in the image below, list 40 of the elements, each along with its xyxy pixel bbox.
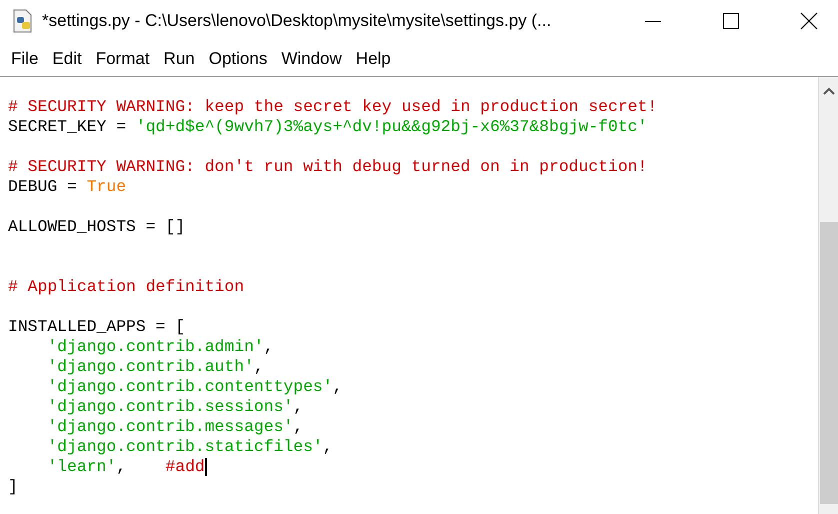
code-text: 'django.contrib.sessions' bbox=[47, 397, 294, 417]
scrollbar-thumb[interactable] bbox=[820, 222, 838, 504]
menu-item[interactable]: File bbox=[4, 49, 46, 69]
code-text: # SECURITY WARNING: don't run with debug turned on in production! bbox=[8, 157, 648, 177]
code-text: SECRET_KEY = bbox=[8, 117, 128, 137]
vertical-scrollbar[interactable] bbox=[819, 77, 838, 514]
code-text: , bbox=[264, 337, 274, 357]
code-text: #add bbox=[165, 457, 205, 477]
code-text: , bbox=[254, 357, 264, 377]
code-text: True bbox=[86, 177, 126, 197]
python-file-icon bbox=[12, 9, 34, 33]
code-text: 'qd+d$e^(9wvh7)3%ays+^dv!pu&&g92bj-x6%37&8bgjw-f0tc' bbox=[136, 117, 648, 137]
code-text: # SECURITY WARNING: keep the secret key used in production secret! bbox=[8, 97, 658, 117]
code-text: , bbox=[322, 437, 333, 457]
menu-item[interactable]: Help bbox=[348, 49, 398, 69]
menu-item[interactable]: Window bbox=[274, 49, 349, 69]
close-icon bbox=[800, 12, 818, 30]
menu-item[interactable]: Format bbox=[88, 49, 157, 69]
code-text: # Application definition bbox=[8, 277, 244, 297]
code-text: DEBUG = bbox=[8, 177, 78, 197]
code-text: ALLOWED_HOSTS = [] bbox=[8, 217, 186, 237]
code-text: 'django.contrib.admin' bbox=[47, 337, 264, 357]
code-text: , bbox=[293, 397, 304, 417]
code-text: 'django.contrib.contenttypes' bbox=[47, 377, 333, 397]
menu-item[interactable]: Run bbox=[156, 49, 202, 69]
code-text: 'learn' bbox=[47, 457, 116, 477]
code-text: 'django.contrib.auth' bbox=[47, 357, 254, 377]
code-text: 'django.contrib.staticfiles' bbox=[47, 437, 323, 457]
menu-item[interactable]: Options bbox=[202, 49, 274, 69]
code-text: , bbox=[332, 377, 342, 397]
code-text: 'django.contrib.messages' bbox=[47, 417, 294, 437]
window-title: *settings.py - C:\Users\lenovo\Desktop\mysite\mysite\settings.py (... bbox=[42, 11, 552, 31]
code-text: INSTALLED_APPS = [ bbox=[8, 317, 186, 337]
code-text: ] bbox=[8, 477, 18, 497]
menu-item[interactable]: Edit bbox=[45, 49, 89, 69]
maximize-icon bbox=[723, 13, 739, 29]
caret-up-icon bbox=[822, 87, 834, 95]
minimize-icon bbox=[645, 20, 661, 22]
code-text: , bbox=[293, 417, 304, 437]
code-text: , bbox=[116, 457, 126, 477]
